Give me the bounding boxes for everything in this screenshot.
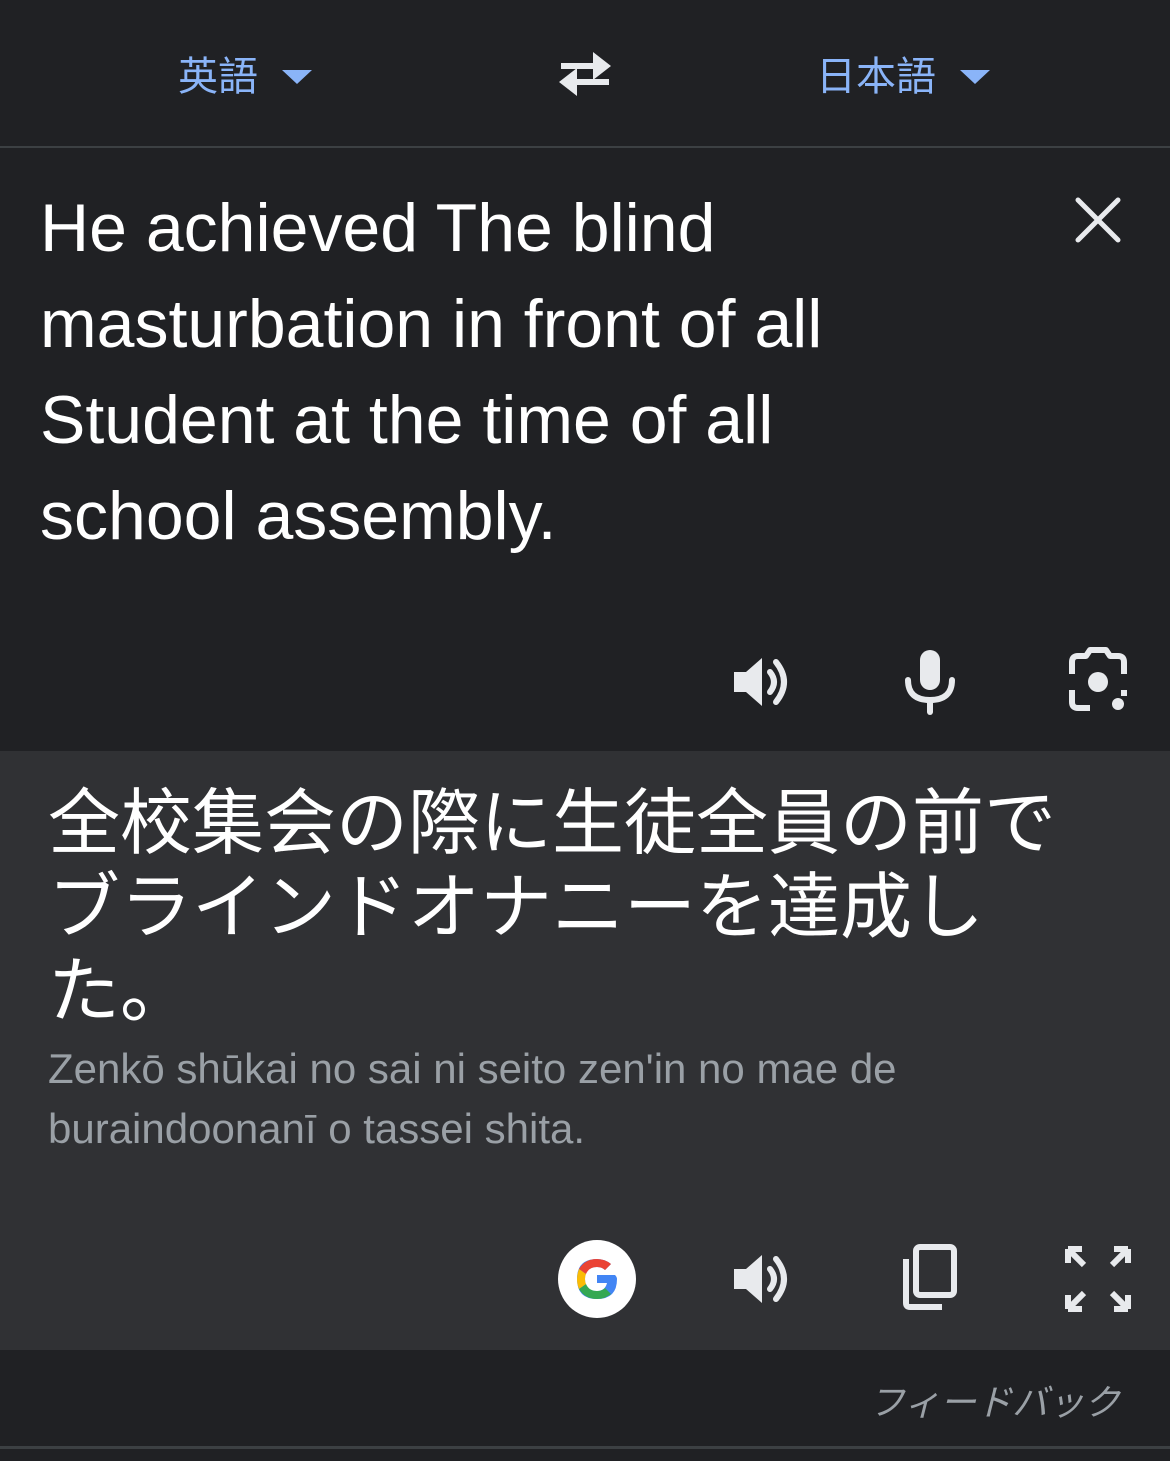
- target-language-button[interactable]: 日本語: [816, 40, 990, 106]
- footer: フィードバック: [0, 1350, 1170, 1449]
- camera-icon: [1069, 647, 1127, 711]
- source-listen-button[interactable]: [726, 646, 798, 718]
- translated-text: 全校集会の際に生徒全員の前で ブラインドオナニーを達成し た。: [48, 781, 1057, 1033]
- feedback-link[interactable]: フィードバック: [869, 1374, 1120, 1426]
- camera-input-button[interactable]: [1062, 646, 1134, 718]
- source-text[interactable]: He achieved The blind masturbation in fr…: [40, 180, 1000, 564]
- speaker-icon: [734, 658, 787, 706]
- source-language-button[interactable]: 英語: [178, 40, 312, 106]
- target-language-label: 日本語: [816, 54, 936, 100]
- copy-icon: [903, 1244, 957, 1310]
- fullscreen-icon: [1065, 1246, 1131, 1312]
- close-icon: [1075, 197, 1121, 243]
- swap-languages-button[interactable]: [553, 48, 617, 100]
- romanization-text: Zenkō shūkai no sai ni seito zen'in no m…: [48, 1045, 897, 1152]
- google-logo-icon: [577, 1259, 617, 1299]
- copy-button[interactable]: [894, 1241, 966, 1313]
- source-input-area[interactable]: He achieved The blind masturbation in fr…: [0, 148, 1170, 751]
- dropdown-caret-icon: [282, 70, 312, 84]
- translation-listen-button[interactable]: [726, 1243, 798, 1315]
- dropdown-caret-icon: [960, 70, 990, 84]
- translation-result-area: 全校集会の際に生徒全員の前で ブラインドオナニーを達成し た。 Zenkō sh…: [0, 751, 1170, 1350]
- google-search-button[interactable]: [558, 1240, 636, 1318]
- clear-button[interactable]: [1072, 194, 1124, 246]
- voice-input-button[interactable]: [894, 646, 966, 718]
- language-bar: 英語 日本語: [0, 0, 1170, 148]
- swap-arrows-icon: [559, 52, 611, 96]
- source-language-label: 英語: [178, 54, 258, 100]
- fullscreen-button[interactable]: [1062, 1243, 1134, 1315]
- speaker-icon: [734, 1255, 787, 1303]
- microphone-icon: [905, 650, 955, 715]
